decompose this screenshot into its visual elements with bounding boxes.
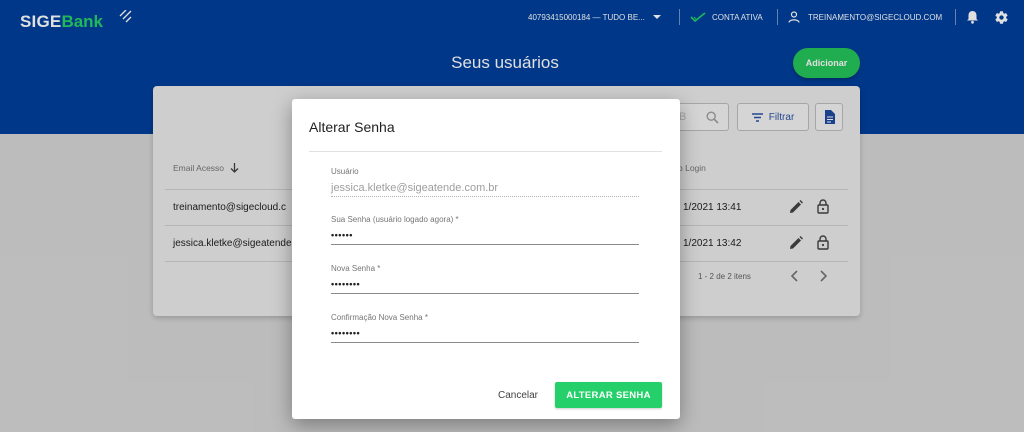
- confirm-password-label: Confirmação Nova Senha *: [331, 313, 428, 322]
- user-field-label: Usuário: [331, 167, 359, 176]
- change-password-button[interactable]: ALTERAR SENHA: [555, 382, 662, 408]
- new-password-input[interactable]: ••••••••: [331, 279, 639, 294]
- confirm-password-input[interactable]: ••••••••: [331, 328, 639, 343]
- change-password-dialog: Alterar Senha Usuário jessica.kletke@sig…: [292, 99, 680, 419]
- current-password-field[interactable]: Sua Senha (usuário logado agora) * •••••…: [331, 215, 639, 245]
- dialog-title: Alterar Senha: [309, 119, 395, 135]
- current-password-input[interactable]: ••••••: [331, 230, 639, 245]
- new-password-label: Nova Senha *: [331, 264, 381, 273]
- dialog-divider: [309, 151, 662, 152]
- confirm-password-field[interactable]: Confirmação Nova Senha * ••••••••: [331, 313, 639, 343]
- user-field-value: jessica.kletke@sigeatende.com.br: [331, 182, 639, 197]
- cancel-button[interactable]: Cancelar: [489, 383, 547, 407]
- current-password-label: Sua Senha (usuário logado agora) *: [331, 215, 459, 224]
- user-field: Usuário jessica.kletke@sigeatende.com.br: [331, 167, 639, 197]
- new-password-field[interactable]: Nova Senha * ••••••••: [331, 264, 639, 294]
